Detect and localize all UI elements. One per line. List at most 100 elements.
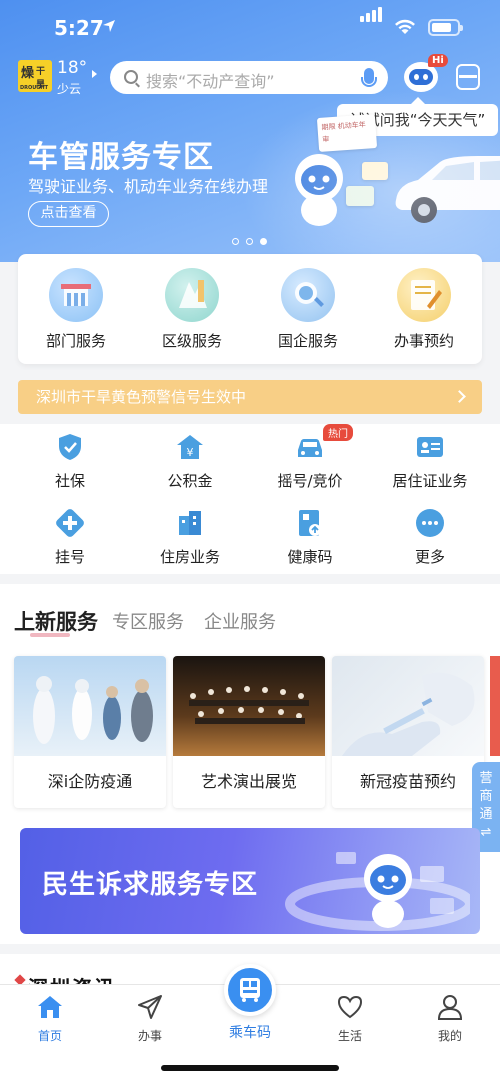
weather-condition[interactable]: 少云 <box>57 80 81 97</box>
assistant-tooltip[interactable]: 试试问我“今天天气” <box>337 97 498 136</box>
service-label: 社保 <box>54 472 85 490</box>
status-bar: 5:27 <box>0 0 500 56</box>
svg-text:¥: ¥ <box>187 446 194 459</box>
department-icon <box>49 268 103 322</box>
ride-code-button[interactable] <box>224 964 276 1016</box>
soe-icon <box>281 268 335 322</box>
location-arrow-icon <box>103 20 115 32</box>
tab-home[interactable]: 首页 <box>0 993 100 1044</box>
service-residence-permit[interactable]: 居住证业务 <box>370 432 490 491</box>
service-social-security[interactable]: 社保 <box>10 432 130 491</box>
drought-notice-bar[interactable]: 深圳市干旱黄色预警信号生效中 <box>18 380 482 414</box>
tab-zone-services[interactable]: 专区服务 <box>112 608 184 634</box>
service-label: 摇号/竞价 <box>277 472 343 490</box>
tab-services[interactable]: 办事 <box>100 993 200 1044</box>
license-card-illustration <box>362 162 388 180</box>
search-icon <box>124 70 138 84</box>
tab-enterprise-services[interactable]: 企业服务 <box>204 608 276 634</box>
orchestra-image <box>173 656 325 756</box>
astronaut-mascot-illustration <box>295 154 343 226</box>
doc-card-label: 期限 机动车年审 <box>321 120 366 144</box>
heart-icon <box>336 993 364 1021</box>
building-icon <box>175 508 205 538</box>
service-label: 公积金 <box>167 472 213 490</box>
service-label: 挂号 <box>54 548 85 566</box>
news-card-performance[interactable]: 艺术演出展览 <box>173 656 325 808</box>
tab-label: 办事 <box>137 1029 162 1043</box>
service-label: 更多 <box>414 548 445 566</box>
wifi-icon <box>395 19 415 34</box>
microphone-icon[interactable] <box>361 68 377 87</box>
service-housing[interactable]: 住房业务 <box>130 508 250 567</box>
quick-item-soe[interactable]: 国企服务 <box>250 268 366 351</box>
service-label: 健康码 <box>287 548 333 566</box>
quick-item-label: 区级服务 <box>161 332 222 350</box>
quick-item-label: 国企服务 <box>277 332 338 350</box>
card-title: 新冠疫苗预约 <box>359 772 456 791</box>
car-illustration <box>395 156 500 223</box>
badge-bottom-text: DROUGHT <box>20 85 49 91</box>
district-icon <box>165 268 219 322</box>
tab-label: 我的 <box>437 1029 462 1043</box>
hero-banner[interactable]: 5:27 燥 干旱 DROUGHT 18° 少云 搜索“不动产查询” Hi 试试… <box>0 0 500 262</box>
news-card-partial[interactable] <box>490 656 500 756</box>
news-card-epidemic[interactable]: 深i企防疫通 <box>14 656 166 808</box>
search-bar[interactable]: 搜索“不动产查询” <box>110 61 388 94</box>
health-code-icon <box>295 508 325 538</box>
epidemic-workers-image <box>14 656 166 756</box>
id-card-illustration <box>346 186 374 206</box>
tab-label: 首页 <box>37 1029 62 1043</box>
quick-services-card: 部门服务 区级服务 国企服务 办事预约 <box>18 254 482 364</box>
battery-icon <box>428 19 463 36</box>
shield-check-icon <box>55 432 85 462</box>
astronaut-mascot-illustration <box>285 852 470 931</box>
scan-menu-icon[interactable] <box>456 64 480 90</box>
livelihood-banner-title: 民生诉求服务专区 <box>42 870 259 900</box>
service-housing-fund[interactable]: ¥ 公积金 <box>130 432 250 491</box>
quick-item-district[interactable]: 区级服务 <box>134 268 250 351</box>
news-card-vaccine[interactable]: 新冠疫苗预约 <box>332 656 484 808</box>
service-health-code[interactable]: 健康码 <box>250 508 370 567</box>
banner-view-button[interactable]: 点击查看 <box>28 201 109 227</box>
hot-badge: 热门 <box>323 424 353 441</box>
home-indicator <box>161 1065 339 1071</box>
send-icon <box>136 993 164 1021</box>
tab-mine[interactable]: 我的 <box>400 993 500 1044</box>
tab-label: 生活 <box>337 1029 362 1043</box>
banner-subtitle: 驾驶证业务、机动车业务在线办理 <box>28 177 269 196</box>
tab-life[interactable]: 生活 <box>300 993 400 1044</box>
service-more[interactable]: 更多 <box>370 508 490 567</box>
person-icon <box>436 993 464 1021</box>
notice-text: 深圳市干旱黄色预警信号生效中 <box>36 388 247 406</box>
quick-item-label: 部门服务 <box>45 332 106 350</box>
bus-icon <box>240 978 260 1002</box>
drought-warning-badge[interactable]: 燥 干旱 DROUGHT <box>18 60 52 92</box>
service-registration[interactable]: 挂号 <box>10 508 130 567</box>
weather-chevron-icon[interactable] <box>92 70 97 78</box>
temperature[interactable]: 18° <box>57 58 87 78</box>
chevron-right-icon <box>453 390 466 403</box>
service-label: 居住证业务 <box>392 472 468 490</box>
more-icon <box>415 508 445 538</box>
status-time: 5:27 <box>54 16 104 40</box>
home-icon <box>36 993 64 1021</box>
ride-code-label[interactable]: 乘车码 <box>200 1022 300 1042</box>
car-icon <box>295 432 325 462</box>
medical-cross-icon <box>55 508 85 538</box>
tab-new-services[interactable]: 上新服务 <box>14 606 98 636</box>
quick-item-appointment[interactable]: 办事预约 <box>366 268 482 351</box>
id-card-icon <box>415 432 445 462</box>
card-title: 艺术演出展览 <box>200 772 297 791</box>
banner-title: 车管服务专区 <box>28 140 214 175</box>
side-tab-label: 营商通 <box>479 771 493 822</box>
assistant-hi-badge: Hi <box>428 54 448 67</box>
card-title: 深i企防疫通 <box>47 772 133 791</box>
service-grid: 社保 ¥ 公积金 摇号/竞价 居住证业务 挂号 住房业务 健康码 更多 <box>0 424 500 574</box>
quick-item-department[interactable]: 部门服务 <box>18 268 134 351</box>
search-placeholder[interactable]: 搜索“不动产查询” <box>146 68 275 92</box>
vehicle-doc-card: 期限 机动车年审 <box>316 114 378 152</box>
livelihood-appeals-banner[interactable]: 民生诉求服务专区 <box>20 828 480 934</box>
badge-left-text: 燥 <box>21 66 35 81</box>
service-car-lottery[interactable]: 摇号/竞价 <box>250 432 370 491</box>
quick-item-label: 办事预约 <box>393 332 454 350</box>
